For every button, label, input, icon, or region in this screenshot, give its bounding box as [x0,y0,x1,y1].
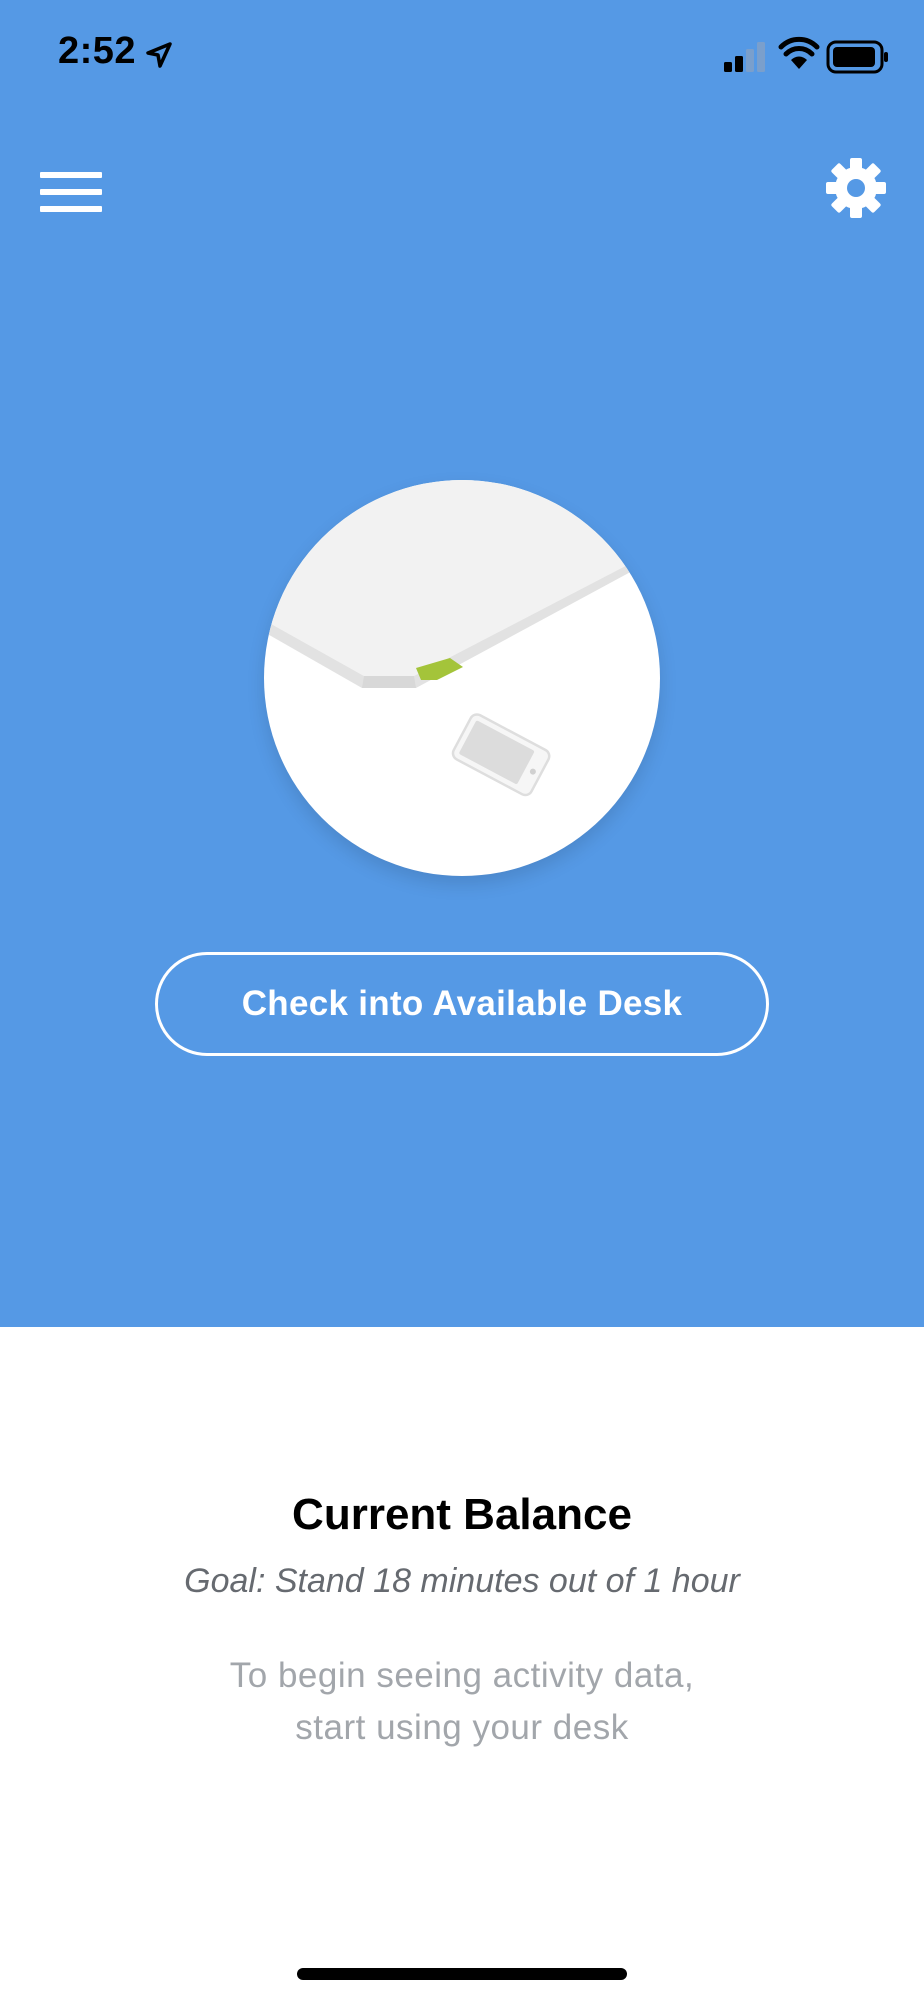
cellular-signal-icon [724,42,765,72]
battery-icon [826,40,888,74]
wifi-icon [778,36,820,69]
check-into-available-desk-button[interactable]: Check into Available Desk [155,952,769,1056]
goal-text: Goal: Stand 18 minutes out of 1 hour [184,1562,740,1600]
checkin-button-label: Check into Available Desk [241,984,683,1023]
desk-with-phone-illustration [264,480,660,876]
home-indicator[interactable] [297,1968,627,1980]
current-balance-title: Current Balance [292,1490,632,1539]
status-time: 2:52 [58,30,137,72]
empty-state-line-1: To begin seeing activity data, [229,1656,695,1695]
empty-state-line-2: start using your desk [295,1708,629,1747]
gear-icon[interactable] [824,156,888,220]
location-arrow-icon [146,42,172,68]
hamburger-menu-icon[interactable] [40,168,102,216]
